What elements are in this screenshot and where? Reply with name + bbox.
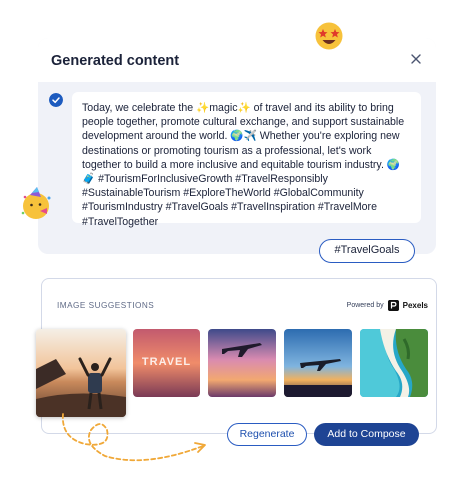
dashed-arrow-icon [62, 413, 206, 462]
add-to-compose-button[interactable]: Add to Compose [314, 423, 419, 446]
image-thumb-5[interactable] [360, 329, 428, 397]
generated-text[interactable]: Today, we celebrate the ✨magic✨ of trave… [72, 92, 421, 228]
regenerate-button[interactable]: Regenerate [227, 423, 307, 446]
pexels-name: Pexels [402, 301, 428, 310]
dialog-header: Generated content [38, 38, 436, 82]
travel-photo-text: TRAVEL [142, 356, 191, 368]
powered-by-pexels: Powered by Pexels [347, 300, 428, 311]
dialog-title: Generated content [51, 53, 180, 69]
image-thumb-3[interactable] [208, 329, 276, 397]
image-thumb-2[interactable]: TRAVEL [133, 329, 200, 397]
powered-by-label: Powered by [346, 302, 384, 309]
check-icon[interactable] [49, 93, 63, 107]
image-thumb-1[interactable] [36, 329, 126, 417]
generated-content-dialog: Generated content Today, we celebrate th… [38, 38, 436, 263]
hashtag-chip[interactable]: #TravelGoals [319, 239, 415, 263]
image-suggestions-label: IMAGE SUGGESTIONS [57, 301, 155, 310]
image-thumb-4[interactable] [284, 329, 352, 397]
close-icon[interactable] [409, 52, 423, 66]
star-struck-emoji-icon [315, 22, 343, 50]
partying-face-emoji-icon [21, 187, 51, 219]
pexels-logo-icon [387, 300, 399, 311]
